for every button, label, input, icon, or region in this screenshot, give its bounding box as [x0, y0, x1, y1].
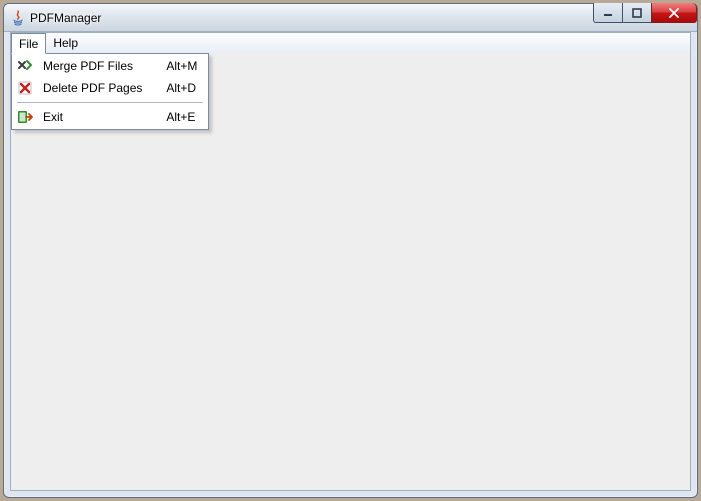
merge-icon — [17, 58, 33, 74]
minimize-button[interactable] — [593, 3, 623, 23]
menu-file[interactable]: File — [11, 33, 46, 54]
titlebar[interactable]: PDFManager — [4, 4, 697, 32]
menu-item-delete-shortcut: Alt+D — [150, 77, 207, 99]
maximize-button[interactable] — [622, 3, 652, 23]
delete-icon — [17, 80, 33, 96]
menu-item-exit[interactable]: Exit Alt+E — [13, 106, 207, 128]
client-area: File Help Merge PDF Files Alt+M — [10, 32, 691, 491]
java-icon — [10, 10, 26, 26]
menu-item-exit-shortcut: Alt+E — [150, 106, 207, 128]
menu-help[interactable]: Help — [46, 33, 85, 53]
window-controls — [594, 3, 697, 23]
menu-item-delete-label: Delete PDF Pages — [39, 77, 150, 99]
close-button[interactable] — [651, 3, 697, 23]
application-window: PDFManager File Help — [3, 3, 698, 498]
menu-item-exit-label: Exit — [39, 106, 150, 128]
menubar: File Help — [11, 33, 690, 54]
menu-item-merge-shortcut: Alt+M — [150, 55, 207, 77]
menu-item-merge-label: Merge PDF Files — [39, 55, 150, 77]
file-menu-dropdown: Merge PDF Files Alt+M Delete PDF Pages A — [11, 53, 209, 130]
exit-icon — [17, 109, 33, 125]
menu-separator — [13, 99, 207, 106]
menu-item-merge[interactable]: Merge PDF Files Alt+M — [13, 55, 207, 77]
menu-item-delete[interactable]: Delete PDF Pages Alt+D — [13, 77, 207, 99]
